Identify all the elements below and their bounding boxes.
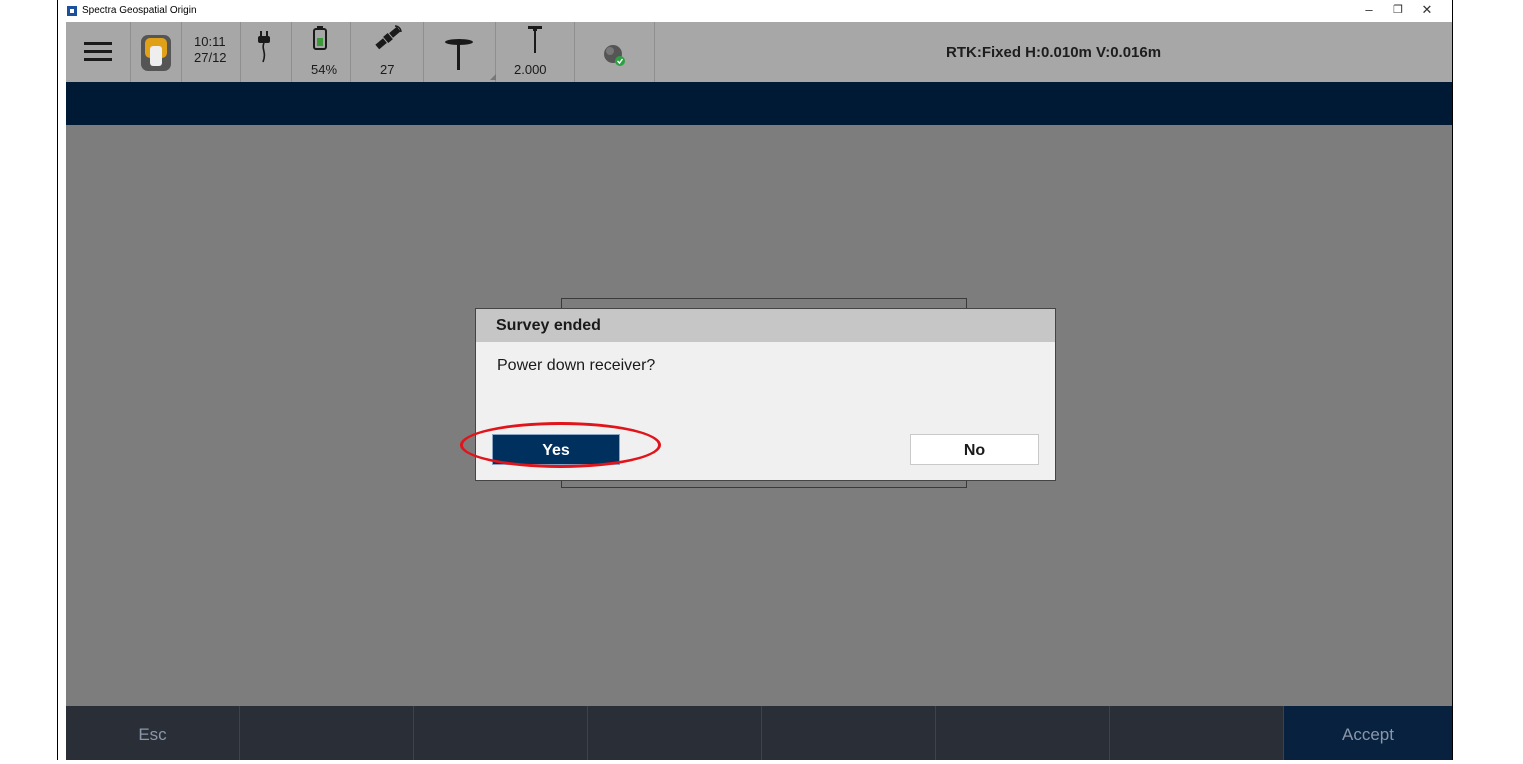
- window-titlebar: Spectra Geospatial Origin – ❐ ✕: [58, 0, 1452, 22]
- satellite-count: 27: [380, 62, 395, 77]
- receiver-cell[interactable]: [424, 22, 496, 82]
- globe-connected-icon: [604, 45, 625, 66]
- softkey-empty-3: [414, 706, 588, 760]
- softkey-empty-7: [1110, 706, 1284, 760]
- date-text: 27/12: [194, 50, 227, 65]
- hamburger-icon: [84, 42, 112, 61]
- minimize-button[interactable]: –: [1354, 2, 1384, 17]
- job-button[interactable]: [131, 22, 182, 82]
- controller-icon: [141, 35, 171, 71]
- battery-icon: [313, 26, 327, 50]
- time-text: 10:11: [194, 34, 226, 49]
- connection-cell[interactable]: [575, 22, 655, 82]
- accept-button[interactable]: Accept: [1284, 706, 1452, 760]
- battery-percent: 54%: [311, 62, 338, 77]
- softkey-empty-4: [588, 706, 762, 760]
- satellites-cell[interactable]: 27: [351, 22, 424, 82]
- no-button[interactable]: No: [910, 434, 1039, 465]
- window-title: Spectra Geospatial Origin: [82, 5, 197, 16]
- satellite-icon: [375, 25, 402, 50]
- yes-button[interactable]: Yes: [492, 434, 620, 465]
- dialog-message: Power down receiver?: [497, 357, 656, 374]
- restore-button[interactable]: ❐: [1383, 3, 1413, 16]
- softkey-bar: Esc Accept: [66, 706, 1452, 760]
- confirm-dialog: Survey ended Power down receiver? Yes No: [475, 308, 1056, 481]
- softkey-empty-2: [240, 706, 414, 760]
- menu-button[interactable]: [66, 22, 131, 82]
- gnss-receiver-icon: [445, 39, 496, 80]
- esc-button[interactable]: Esc: [66, 706, 240, 760]
- battery-cell[interactable]: 54%: [292, 22, 351, 82]
- rtk-status[interactable]: RTK:Fixed H:0.010m V:0.016m: [946, 44, 1161, 61]
- app-icon: [67, 6, 77, 16]
- navigation-bar: [66, 82, 1452, 125]
- app-window: Spectra Geospatial Origin – ❐ ✕ 10:11 27…: [57, 0, 1453, 760]
- power-plug-icon: [258, 31, 270, 63]
- close-button[interactable]: ✕: [1412, 2, 1442, 18]
- power-cell[interactable]: [241, 22, 292, 82]
- dialog-title: Survey ended: [476, 309, 1055, 342]
- time-cell: 10:11 27/12: [182, 22, 241, 82]
- antenna-height-cell[interactable]: 2.000: [496, 22, 575, 82]
- workspace: Survey ended Power down receiver? Yes No: [66, 125, 1452, 706]
- softkey-empty-6: [936, 706, 1110, 760]
- antenna-height-value: 2.000: [514, 62, 547, 77]
- antenna-pole-icon: [528, 26, 542, 53]
- status-toolbar: 10:11 27/12 54% 27 2.000 RTK:Fixed H:0.0…: [66, 22, 1452, 82]
- softkey-empty-5: [762, 706, 936, 760]
